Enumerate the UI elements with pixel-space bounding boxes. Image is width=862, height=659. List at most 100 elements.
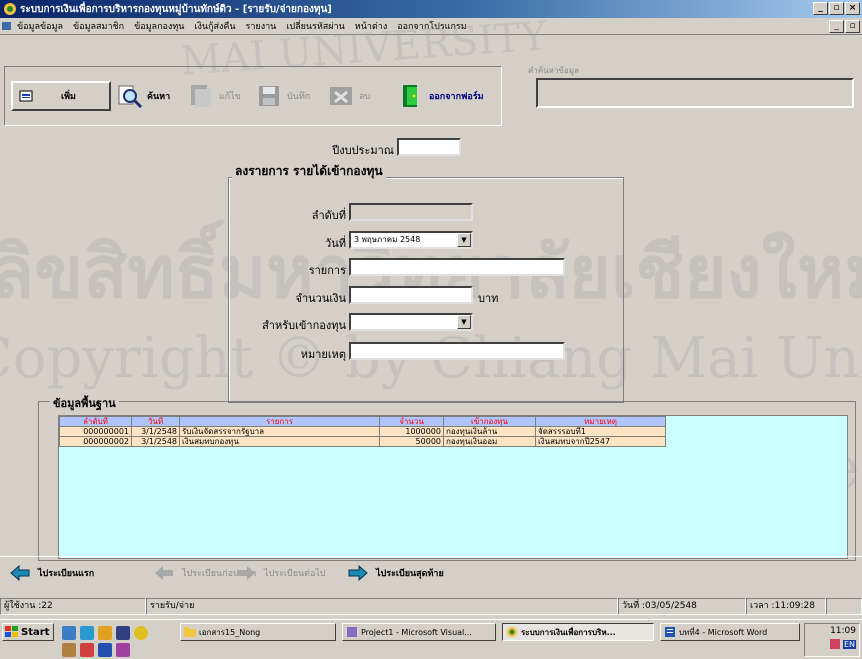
word-icon[interactable]: [98, 643, 112, 657]
app-icon: [4, 3, 16, 15]
record-nav-bar: ไประเบียนแรก ไประเบียนก่อนหน้า ไประเบียน…: [0, 556, 862, 590]
browser-icon[interactable]: [80, 626, 94, 640]
basic-data-title: ข้อมูลพื้นฐาน: [50, 394, 119, 412]
menu-item-members[interactable]: ข้อมูลสมาชิก: [68, 19, 129, 33]
floppy-icon[interactable]: [116, 626, 130, 640]
explorer-icon[interactable]: [98, 626, 112, 640]
menu-item-report[interactable]: รายงาน: [241, 19, 282, 33]
close-button[interactable]: ×: [845, 2, 860, 15]
cell-date: 3/1/2548: [131, 436, 180, 447]
col-header-seq[interactable]: ลำดับที่: [59, 416, 132, 427]
arrow-left-icon: [155, 566, 173, 580]
menu-item-window[interactable]: หน้าต่าง: [350, 19, 392, 33]
edit-button[interactable]: แก้ไข: [187, 79, 241, 113]
folder-icon: [184, 627, 196, 637]
last-record-button[interactable]: ไประเบียนสุดท้าย: [348, 565, 444, 581]
date-value: 3 พฤษภาคม 2548: [354, 235, 421, 244]
taskbar-app-finance[interactable]: ระบบการเงินเพื่อการบริห...: [502, 623, 654, 641]
col-header-item[interactable]: รายการ: [179, 416, 380, 427]
menu-item-fund[interactable]: ข้อมูลกองทุน: [129, 19, 189, 33]
taskbar-app-word[interactable]: บทที่4 - Microsoft Word: [660, 623, 800, 641]
shield-icon[interactable]: [830, 639, 841, 649]
restore-button[interactable]: ▫: [829, 2, 844, 15]
cell-amount: 1000000: [379, 426, 444, 437]
status-user: ผู้ใช้งาน :22: [0, 598, 146, 615]
cell-fund: กองทุนเงินล้าน: [443, 426, 536, 437]
add-button[interactable]: เพิ่ม: [11, 81, 111, 111]
search-result-box[interactable]: [536, 78, 854, 108]
first-record-button[interactable]: ไประเบียนแรก: [10, 565, 94, 581]
last-record-label: ไประเบียนสุดท้าย: [376, 569, 444, 579]
taskbar-app-folder[interactable]: เอกสาร15_Nong: [180, 623, 336, 641]
grid-header-row: ลำดับที่ วันที่ รายการ จำนวน เข้ากองทุน …: [59, 416, 666, 427]
search-group-label: คำค้นหาข้อมูล: [528, 66, 579, 75]
col-header-fund[interactable]: เข้ากองทุน: [443, 416, 536, 427]
cell-note: เงินสมทบจากปี2547: [535, 436, 666, 447]
tool-icon[interactable]: [62, 643, 76, 657]
taskbar-app-vb[interactable]: Project1 - Microsoft Visual...: [342, 623, 496, 641]
cell-seq: 000000002: [59, 436, 132, 447]
menu-item-change-password[interactable]: เปลี่ยนรหัสผ่าน: [281, 19, 349, 33]
chevron-down-icon[interactable]: ▼: [457, 233, 471, 247]
save-button[interactable]: บันทึก: [255, 79, 310, 113]
finance-app-icon: [507, 627, 517, 637]
cell-item: เงินสมทบกองทุน: [179, 436, 380, 447]
chevron-down-icon[interactable]: ▼: [457, 315, 471, 329]
search-icon: [118, 85, 143, 109]
fund-select[interactable]: ▼: [349, 313, 473, 331]
date-picker[interactable]: 3 พฤษภาคม 2548 ▼: [349, 231, 473, 249]
minimize-button[interactable]: _: [813, 2, 828, 15]
form-area: MAI UNIVERSITY ลิขสิทธิ์มหาวิทยาลัยเชียง…: [0, 13, 862, 561]
table-row[interactable]: 000000001 3/1/2548 รับเงินจัดสรรจากรัฐบา…: [59, 426, 666, 437]
note-label: หมายเหตุ: [300, 348, 346, 361]
paint-icon[interactable]: [116, 643, 130, 657]
seq-label: ลำดับที่: [311, 209, 346, 222]
item-label: รายการ: [308, 264, 346, 277]
status-bar: ผู้ใช้งาน :22 รายรับ/จ่าย วันที่ :03/05/…: [0, 598, 862, 616]
menu-item-exit[interactable]: ออกจากโปรแกรม: [392, 19, 471, 33]
delete-icon: [330, 87, 352, 105]
item-input[interactable]: [349, 258, 565, 276]
table-row[interactable]: 000000002 3/1/2548 เงินสมทบกองทุน 50000 …: [59, 436, 666, 447]
exit-form-button[interactable]: ออกจากฟอร์ม: [397, 79, 484, 113]
col-header-note[interactable]: หมายเหตุ: [535, 416, 666, 427]
save-label: บันทึก: [287, 92, 311, 102]
col-header-amount[interactable]: จำนวน: [379, 416, 444, 427]
menu-item-loan-return[interactable]: เงินกู้ส่งคืน: [189, 19, 240, 33]
note-input[interactable]: [349, 342, 565, 360]
delete-label: ลบ: [359, 92, 371, 102]
cell-item: รับเงินจัดสรรจากรัฐบาล: [179, 426, 380, 437]
clock[interactable]: 11:09: [805, 626, 856, 636]
arrow-left-icon: [10, 565, 30, 581]
child-minimize-button[interactable]: _: [829, 20, 844, 33]
cell-note: จัดสรรรอบที่1: [535, 426, 666, 437]
cell-date: 3/1/2548: [131, 426, 180, 437]
windows-logo-icon: [5, 626, 18, 637]
budget-year-input[interactable]: [397, 138, 461, 156]
grid-table: ลำดับที่ วันที่ รายการ จำนวน เข้ากองทุน …: [59, 416, 666, 447]
status-module: รายรับ/จ่าย: [146, 598, 618, 615]
media-icon[interactable]: [134, 626, 148, 640]
search-button[interactable]: ค้นหา: [115, 79, 170, 113]
amount-label: จำนวนเงิน: [295, 292, 347, 305]
arrow-right-icon: [348, 565, 368, 581]
next-record-button[interactable]: ไประเบียนต่อไป: [236, 565, 326, 581]
add-icon: [19, 90, 33, 102]
child-restore-button[interactable]: ▫: [845, 20, 860, 33]
delete-button[interactable]: ลบ: [327, 79, 370, 113]
taskbar-app-finance-label: ระบบการเงินเพื่อการบริห...: [521, 627, 616, 637]
amount-input[interactable]: [349, 286, 473, 304]
data-grid[interactable]: ลำดับที่ วันที่ รายการ จำนวน เข้ากองทุน …: [58, 415, 848, 559]
start-button[interactable]: Start: [2, 623, 54, 641]
col-header-date[interactable]: วันที่: [131, 416, 180, 427]
amount-unit: บาท: [478, 292, 499, 305]
desktop-icon[interactable]: [62, 626, 76, 640]
toolbar: เพิ่ม ค้นหา แก้ไข บันทึก ลบ ออกจากฟอร์ม: [4, 66, 502, 126]
menu-item-data[interactable]: ข้อมูลข้อมูล: [12, 19, 68, 33]
next-record-label: ไประเบียนต่อไป: [264, 569, 326, 579]
app-icon[interactable]: [80, 643, 94, 657]
taskbar-app-word-label: บทที่4 - Microsoft Word: [679, 627, 768, 637]
language-indicator[interactable]: EN: [842, 639, 856, 649]
seq-input[interactable]: [349, 203, 473, 221]
exit-door-icon: [403, 85, 417, 107]
